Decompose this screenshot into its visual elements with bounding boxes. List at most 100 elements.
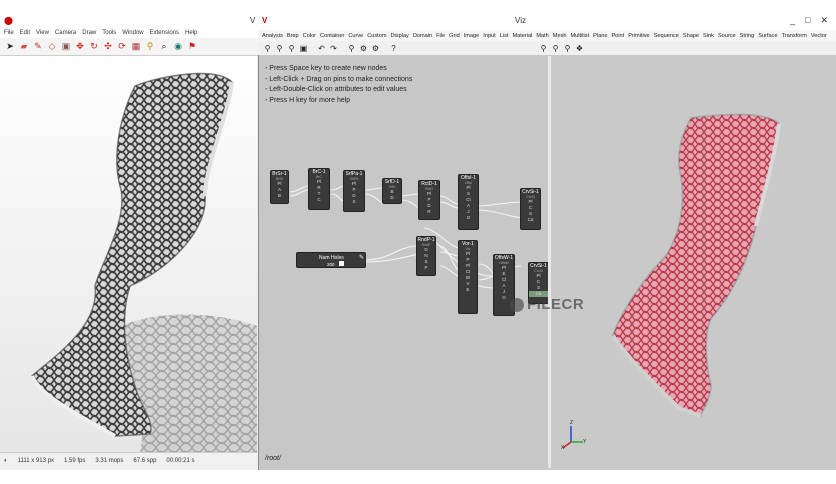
ungroup-icon[interactable]: ⚙: [370, 43, 381, 54]
menu-surface[interactable]: Surface: [758, 33, 777, 39]
menu-image[interactable]: Image: [464, 33, 480, 39]
undo-icon[interactable]: ↶: [316, 43, 327, 54]
menu-math[interactable]: Math: [536, 33, 548, 39]
viz-logo-icon: V: [262, 16, 268, 25]
zoom-in-icon[interactable]: ⚲: [274, 43, 285, 54]
menu-input[interactable]: Input: [483, 33, 495, 39]
view-zoom-in-icon[interactable]: ⚲: [550, 43, 561, 54]
menu-point[interactable]: Point: [611, 33, 624, 39]
menu-transform[interactable]: Transform: [782, 33, 807, 39]
window-controls: _ □ ✕: [790, 15, 828, 26]
menu-grid[interactable]: Grid: [449, 33, 460, 39]
node-crvsi-top[interactable]: CrvSi-1 CrvSi Pl C S Ca: [520, 188, 541, 230]
help-line: - Left-Double-Click on attributes to edi…: [265, 86, 407, 93]
orbit-icon[interactable]: ⟳: [116, 41, 128, 53]
status-indicator-icon: ◐: [4, 457, 8, 464]
zoom-fit-icon[interactable]: ⚲: [262, 43, 273, 54]
menu-multilist[interactable]: Multilist: [570, 33, 589, 39]
menu-mesh[interactable]: Mesh: [553, 33, 567, 39]
menu-vector[interactable]: Vector: [811, 33, 827, 39]
minimize-button[interactable]: _: [790, 15, 795, 26]
node-srfd[interactable]: SrfD-1 SrfD B D: [382, 178, 402, 204]
menu-edit[interactable]: Edit: [20, 30, 30, 36]
menu-sequence[interactable]: Sequence: [654, 33, 679, 39]
watermark-logo-icon: [510, 298, 524, 313]
pencil-icon[interactable]: ✎: [32, 41, 44, 53]
menu-custom[interactable]: Custom: [367, 33, 386, 39]
left-toolbar: ➤ ▰ ✎ ◇ ▣ ✥ ↻ ✣ ⟳ ▦ ⚲ ⌕ ◉ ⚑: [0, 38, 260, 56]
menu-view[interactable]: View: [36, 30, 49, 36]
menu-domain[interactable]: Domain: [413, 33, 432, 39]
axis-label-x: X: [561, 445, 565, 451]
right-menubar: Analysis Brep Color Container Curve Cust…: [258, 30, 836, 41]
move-icon[interactable]: ✥: [74, 41, 86, 53]
zoom-icon[interactable]: ⌕: [158, 41, 170, 53]
menu-plane[interactable]: Plane: [593, 33, 607, 39]
close-button[interactable]: ✕: [820, 15, 828, 26]
help-icon[interactable]: ?: [388, 43, 399, 54]
render-chair-graphic: [30, 72, 257, 452]
menu-tools[interactable]: Tools: [102, 30, 116, 36]
num-holes-slider[interactable]: Num Holes 200 ✎: [296, 252, 366, 268]
right-window-title: Viz: [515, 16, 526, 25]
status-fps: 1.59 fps: [64, 457, 86, 464]
view-zoom-out-icon[interactable]: ⚲: [562, 43, 573, 54]
render-viewport[interactable]: [0, 56, 257, 452]
redo-icon[interactable]: ↷: [328, 43, 339, 54]
node-brsr[interactable]: BrSr-1 BrSr Pl A B: [270, 170, 289, 204]
menu-curve[interactable]: Curve: [348, 33, 363, 39]
app-logo-icon: ⬤: [4, 16, 13, 25]
menu-file[interactable]: File: [4, 30, 14, 36]
help-text: - Press Space key to create new nodes - …: [265, 64, 412, 106]
save-icon[interactable]: ▣: [298, 43, 309, 54]
menu-list[interactable]: List: [500, 33, 509, 39]
view-render-icon[interactable]: ❖: [574, 43, 585, 54]
menu-material[interactable]: Material: [512, 33, 532, 39]
node-vor[interactable]: Vor-1 Vor Pl P Pl Ct Bl V E: [458, 240, 478, 314]
menu-brep[interactable]: Brep: [287, 33, 299, 39]
box-icon[interactable]: ▣: [60, 41, 72, 53]
menu-window[interactable]: Window: [122, 30, 143, 36]
node-brc[interactable]: BrC-1 BrC Pl R T C: [308, 168, 330, 210]
shape-icon[interactable]: ◇: [46, 41, 58, 53]
3d-viewport[interactable]: Z Y X: [551, 56, 836, 468]
node-rctd[interactable]: RctD-1 RctD Pl P D R: [418, 180, 440, 220]
menu-string[interactable]: String: [740, 33, 755, 39]
node-rndp[interactable]: RndP-1 RndP D N S P: [416, 236, 436, 276]
slider-edit-icon[interactable]: ✎: [359, 254, 364, 261]
menu-file-viz[interactable]: File: [436, 33, 445, 39]
graph-path-label: /root/: [265, 455, 281, 462]
menu-camera[interactable]: Camera: [55, 30, 76, 36]
menu-container[interactable]: Container: [320, 33, 344, 39]
maximize-button[interactable]: □: [805, 15, 810, 26]
eraser-icon[interactable]: ▰: [18, 41, 30, 53]
node-offsi[interactable]: OffsI-1 OffsI Pl S Ct A J O: [458, 174, 479, 230]
left-statusbar: ◐ 1111 x 913 px 1.59 fps 3.31 mops 67.6 …: [0, 452, 257, 468]
globe-icon[interactable]: ◉: [172, 41, 184, 53]
menu-display[interactable]: Display: [391, 33, 409, 39]
pan-icon[interactable]: ✣: [102, 41, 114, 53]
view-zoom-fit-icon[interactable]: ⚲: [538, 43, 549, 54]
axis-label-z: Z: [570, 420, 574, 426]
flag-icon[interactable]: ⚑: [186, 41, 198, 53]
group-icon[interactable]: ⚙: [358, 43, 369, 54]
menu-shape[interactable]: Shape: [683, 33, 699, 39]
zoom-out-icon[interactable]: ⚲: [286, 43, 297, 54]
menu-analysis[interactable]: Analysis: [262, 33, 283, 39]
node-srfpa[interactable]: SrfPa-1 SrfPa Pl P D S: [343, 170, 365, 212]
tape-icon[interactable]: ⚲: [144, 41, 156, 53]
menu-extensions[interactable]: Extensions: [150, 30, 179, 36]
pick-icon[interactable]: ⚲: [346, 43, 357, 54]
paint-icon[interactable]: ▦: [130, 41, 142, 53]
slider-handle-icon[interactable]: [339, 261, 344, 266]
menu-color[interactable]: Color: [303, 33, 316, 39]
slider-value[interactable]: 200: [327, 262, 335, 267]
select-arrow-icon[interactable]: ➤: [4, 41, 16, 53]
menu-help[interactable]: Help: [185, 30, 197, 36]
rotate-icon[interactable]: ↻: [88, 41, 100, 53]
menu-draw[interactable]: Draw: [82, 30, 96, 36]
menu-sink[interactable]: Sink: [703, 33, 714, 39]
status-spp: 67.6 spp: [133, 457, 157, 464]
menu-primitive[interactable]: Primitive: [628, 33, 649, 39]
menu-source[interactable]: Source: [718, 33, 736, 39]
